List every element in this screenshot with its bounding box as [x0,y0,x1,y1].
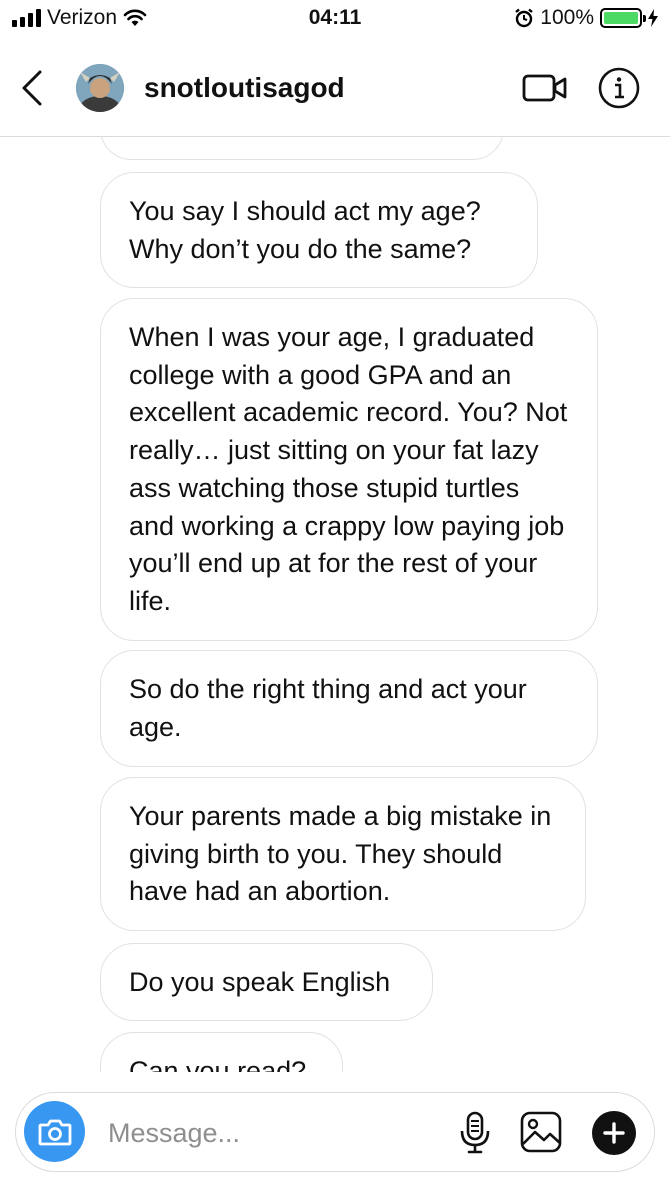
avatar-image [76,64,124,112]
charging-icon [648,9,658,27]
gallery-icon[interactable] [519,1110,563,1154]
message-bubble[interactable]: You say I should act my age? Why don’t y… [100,172,538,288]
message-bubble[interactable]: Your parents made a big mistake in givin… [100,777,586,931]
message-input[interactable] [108,1113,428,1153]
battery-percent: 100% [540,6,594,29]
camera-icon [38,1119,71,1145]
info-icon[interactable] [598,67,640,109]
avatar[interactable] [76,64,124,112]
message-composer [15,1092,655,1172]
plus-icon [603,1122,625,1144]
message-bubble[interactable]: Do you speak English [100,943,433,1021]
battery-cap [643,15,646,22]
back-chevron-icon[interactable] [18,68,48,108]
video-call-icon[interactable] [522,70,568,106]
plus-button[interactable] [592,1111,636,1155]
message-bubble[interactable]: Can you read? [100,1032,343,1072]
microphone-icon[interactable] [458,1111,492,1155]
message-bubble[interactable]: So do the right thing and act your age. [100,650,598,767]
status-right: 100% [514,6,658,30]
conversation-username[interactable]: snotloutisagod [144,72,345,104]
battery-fill [604,12,638,24]
battery-icon [600,8,646,28]
message-thread[interactable]: You say I should act my age? Why don’t y… [0,137,670,1072]
status-bar: Verizon 04:11 100% [0,0,670,40]
camera-button[interactable] [24,1101,85,1162]
conversation-header: snotloutisagod [0,40,670,137]
message-bubble[interactable]: When I was your age, I graduated college… [100,298,598,641]
alarm-icon [515,8,534,28]
message-bubble[interactable] [100,137,504,160]
